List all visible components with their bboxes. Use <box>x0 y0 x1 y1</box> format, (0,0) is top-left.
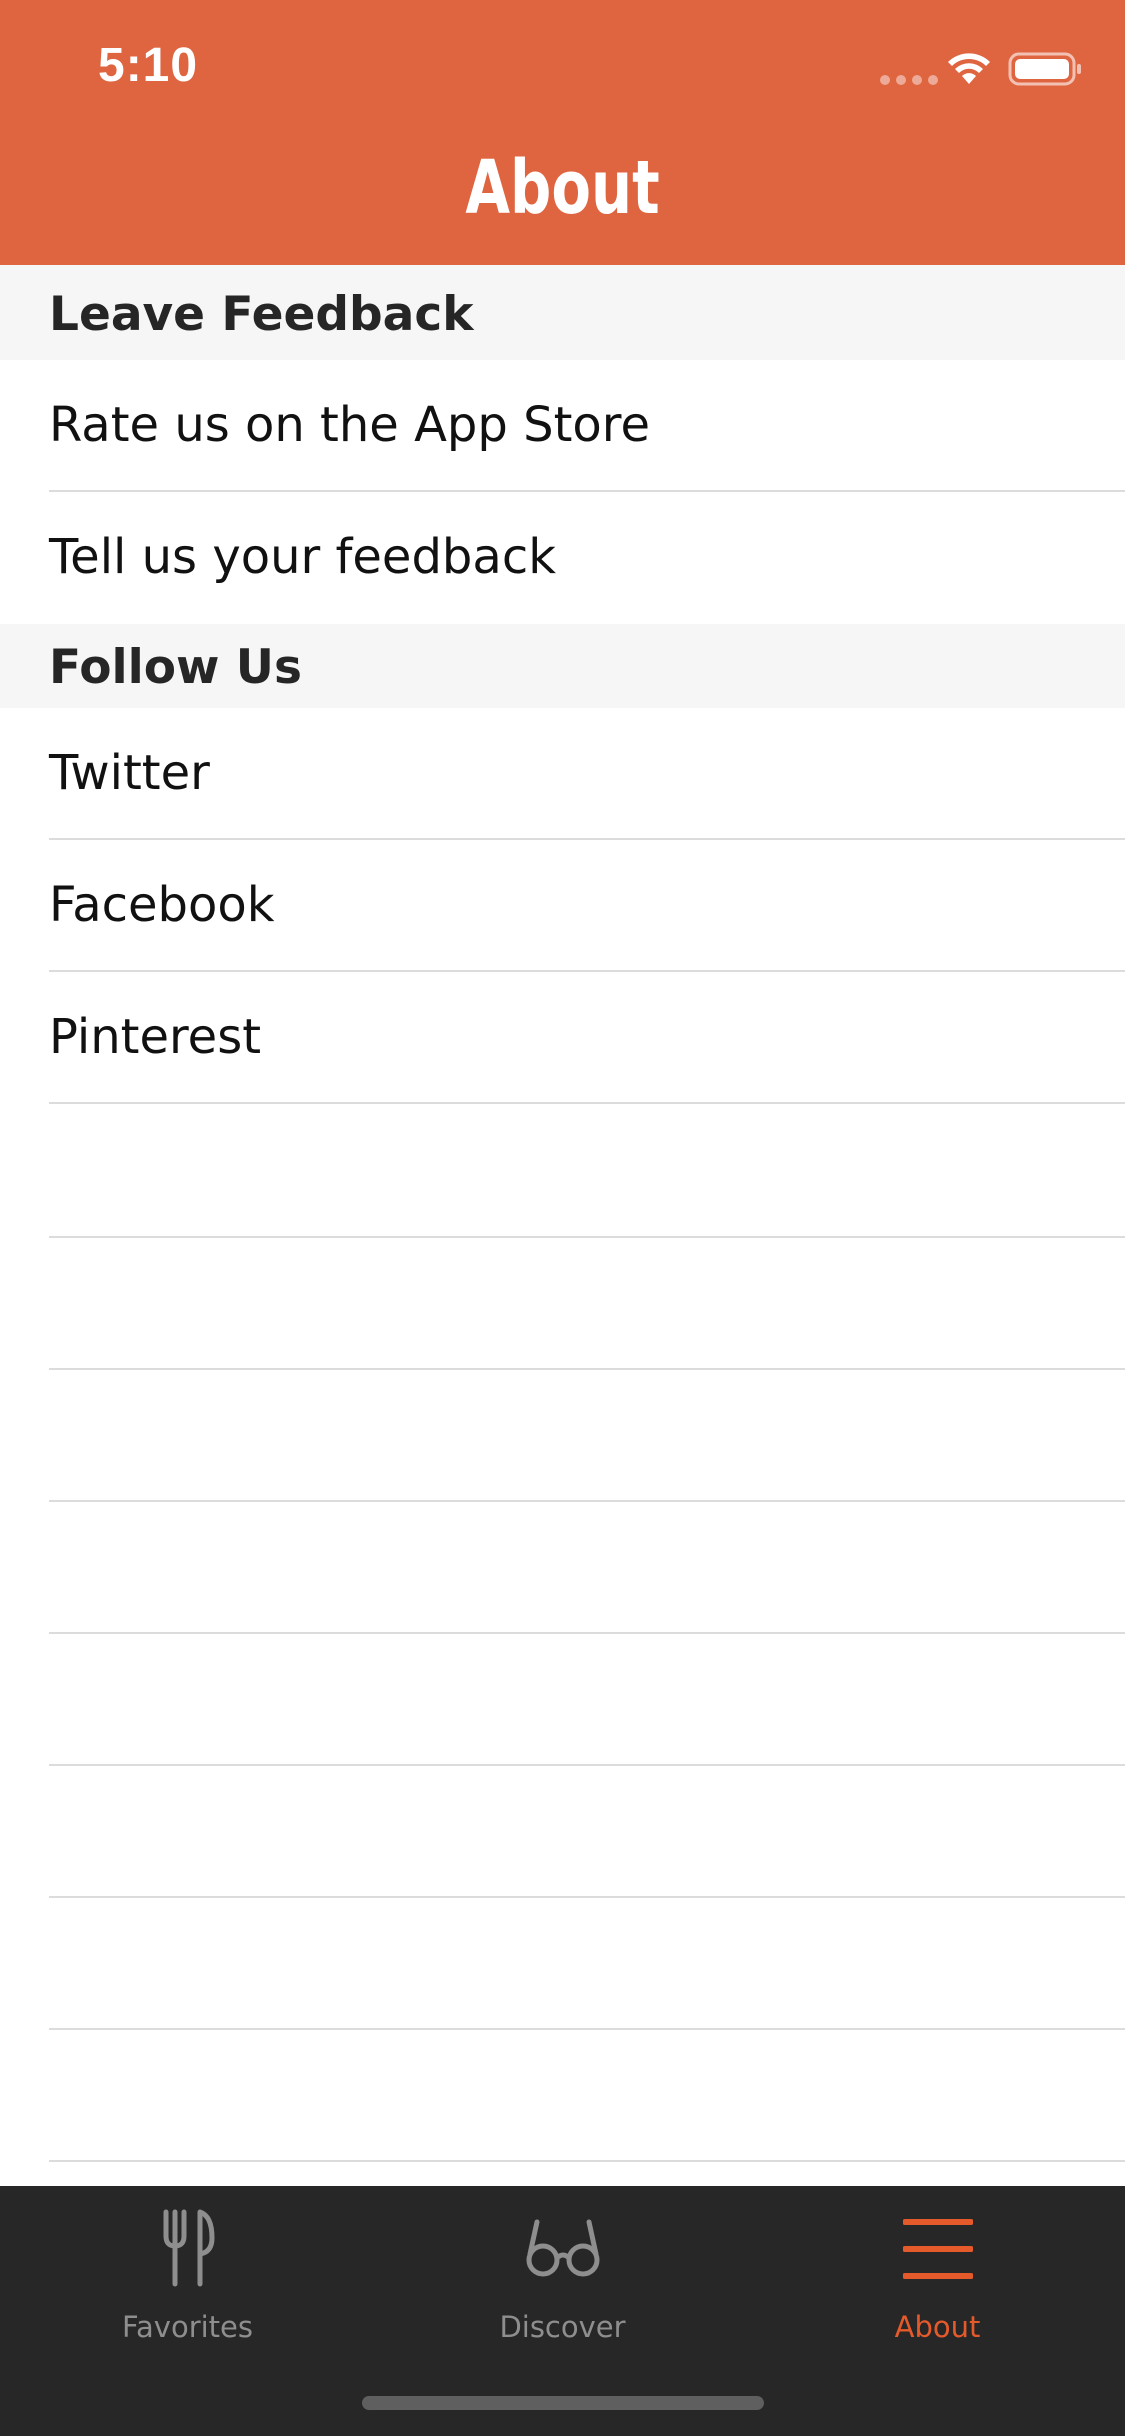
empty-row-separator <box>49 1896 1125 1898</box>
tab-label: About <box>894 2310 981 2344</box>
battery-icon <box>1008 52 1081 86</box>
row-label: Tell us your feedback <box>49 529 556 585</box>
section-title: Follow Us <box>49 640 302 695</box>
tab-label: Discover <box>499 2310 626 2344</box>
empty-row-separator <box>49 1236 1125 1238</box>
navigation-header: 5:10 About <box>0 0 1125 265</box>
tab-about[interactable]: About <box>750 2186 1125 2366</box>
menu-icon <box>902 2219 973 2279</box>
empty-row-separator <box>49 2160 1125 2162</box>
empty-row-separator <box>49 2028 1125 2030</box>
empty-row-separator <box>49 1500 1125 1502</box>
empty-row-separator <box>49 1368 1125 1370</box>
home-indicator[interactable] <box>362 2396 764 2410</box>
tab-favorites[interactable]: Favorites <box>0 2186 375 2366</box>
tab-label: Favorites <box>122 2310 253 2344</box>
wifi-icon <box>948 53 990 84</box>
rate-app-store-row[interactable]: Rate us on the App Store <box>0 360 1125 492</box>
pinterest-row[interactable]: Pinterest <box>0 972 1125 1104</box>
section-header-leave-feedback: Leave Feedback <box>0 265 1125 360</box>
glasses-icon <box>526 2219 599 2277</box>
section-header-follow-us: Follow Us <box>0 624 1125 708</box>
row-label: Facebook <box>49 877 275 933</box>
twitter-row[interactable]: Twitter <box>0 708 1125 840</box>
status-time: 5:10 <box>98 39 199 92</box>
row-label: Twitter <box>49 745 210 801</box>
row-label: Pinterest <box>49 1009 262 1065</box>
row-separator <box>49 1102 1125 1104</box>
tab-discover[interactable]: Discover <box>375 2186 750 2366</box>
page-title: About <box>465 145 660 231</box>
section-title: Leave Feedback <box>49 287 474 342</box>
empty-row-separator <box>49 1632 1125 1634</box>
empty-row-separator <box>49 1764 1125 1766</box>
fork-knife-icon <box>163 2209 214 2287</box>
facebook-row[interactable]: Facebook <box>0 840 1125 972</box>
row-label: Rate us on the App Store <box>49 397 650 453</box>
tell-feedback-row[interactable]: Tell us your feedback <box>0 492 1125 624</box>
cellular-signal-icon <box>880 75 938 85</box>
